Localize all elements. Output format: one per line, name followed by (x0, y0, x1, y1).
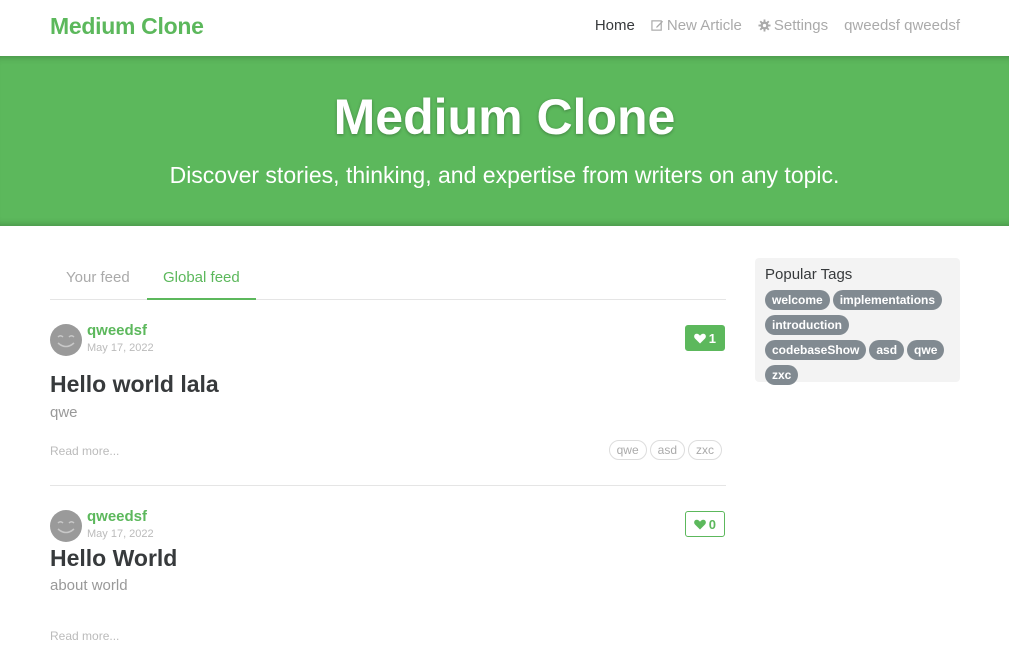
article-preview: qweedsf May 17, 2022 1 Hello world lala … (50, 322, 726, 486)
sidebar-title: Popular Tags (765, 266, 853, 283)
article-tag[interactable]: asd (649, 440, 685, 460)
article-tag[interactable]: zxc (688, 440, 722, 460)
tag-pill[interactable]: codebaseShow (765, 340, 867, 360)
smiley-avatar-icon (57, 521, 75, 534)
article-tag-list: qwe asd zxc (606, 440, 722, 460)
read-more-link[interactable]: Read more... (50, 629, 119, 643)
nav-item-settings[interactable]: Settings (758, 17, 828, 34)
nav-item-profile[interactable]: qweedsf qweedsf (844, 17, 960, 34)
gear-icon (758, 19, 771, 32)
hero-banner: Medium Clone Discover stories, thinking,… (0, 56, 1009, 226)
nav-item-label: Settings (773, 17, 829, 34)
banner-title: Medium Clone (333, 89, 676, 145)
nav-item-label: New Article (666, 17, 742, 34)
tag-pill[interactable]: introduction (765, 315, 849, 335)
article-title[interactable]: Hello world lala (50, 371, 219, 398)
article-date: May 17, 2022 (87, 528, 154, 540)
tag-cloud: welcome implementations introduction cod… (765, 290, 950, 390)
tab-your-feed[interactable]: Your feed (50, 258, 146, 300)
avatar[interactable] (50, 510, 82, 542)
nav-item-label: Home (594, 17, 635, 34)
heart-icon (693, 519, 706, 529)
article-description: qwe (50, 404, 78, 421)
article-description: about world (50, 577, 128, 594)
feed-toggle: Your feed Global feed (50, 258, 726, 300)
heart-icon (693, 333, 706, 343)
tab-global-feed[interactable]: Global feed (147, 258, 256, 300)
author-link[interactable]: qweedsf (87, 508, 147, 525)
banner-subtitle: Discover stories, thinking, and expertis… (169, 162, 840, 188)
avatar[interactable] (50, 324, 82, 356)
read-more-link[interactable]: Read more... (50, 444, 119, 458)
tag-pill[interactable]: qwe (907, 340, 945, 360)
edit-icon (651, 20, 663, 31)
article-tag[interactable]: qwe (608, 440, 647, 460)
nav-item-label: qweedsf qweedsf (844, 17, 960, 34)
nav-item-new-article[interactable]: New Article (651, 17, 742, 34)
tag-pill[interactable]: zxc (765, 365, 799, 385)
article-date: May 17, 2022 (87, 342, 154, 354)
nav-item-home[interactable]: Home (595, 17, 635, 34)
brand-logo[interactable]: Medium Clone (50, 13, 204, 40)
popular-tags-sidebar: Popular Tags welcome implementations int… (755, 258, 960, 385)
tag-pill[interactable]: asd (869, 340, 905, 360)
favorite-button[interactable]: 0 (684, 511, 725, 537)
tag-pill[interactable]: implementations (832, 290, 943, 310)
author-link[interactable]: qweedsf (87, 322, 147, 339)
article-preview: qweedsf May 17, 2022 0 Hello World about… (50, 508, 726, 655)
nav-menu: Home New Article Settings qweedsf qweeds… (579, 17, 960, 34)
tag-pill[interactable]: welcome (765, 290, 830, 310)
navbar: Medium Clone Home New Article Settings q… (0, 0, 1009, 56)
favorite-count: 1 (708, 330, 716, 346)
favorite-count: 0 (708, 516, 716, 532)
article-title[interactable]: Hello World (50, 545, 177, 572)
favorite-button[interactable]: 1 (684, 325, 725, 351)
smiley-avatar-icon (57, 335, 75, 348)
